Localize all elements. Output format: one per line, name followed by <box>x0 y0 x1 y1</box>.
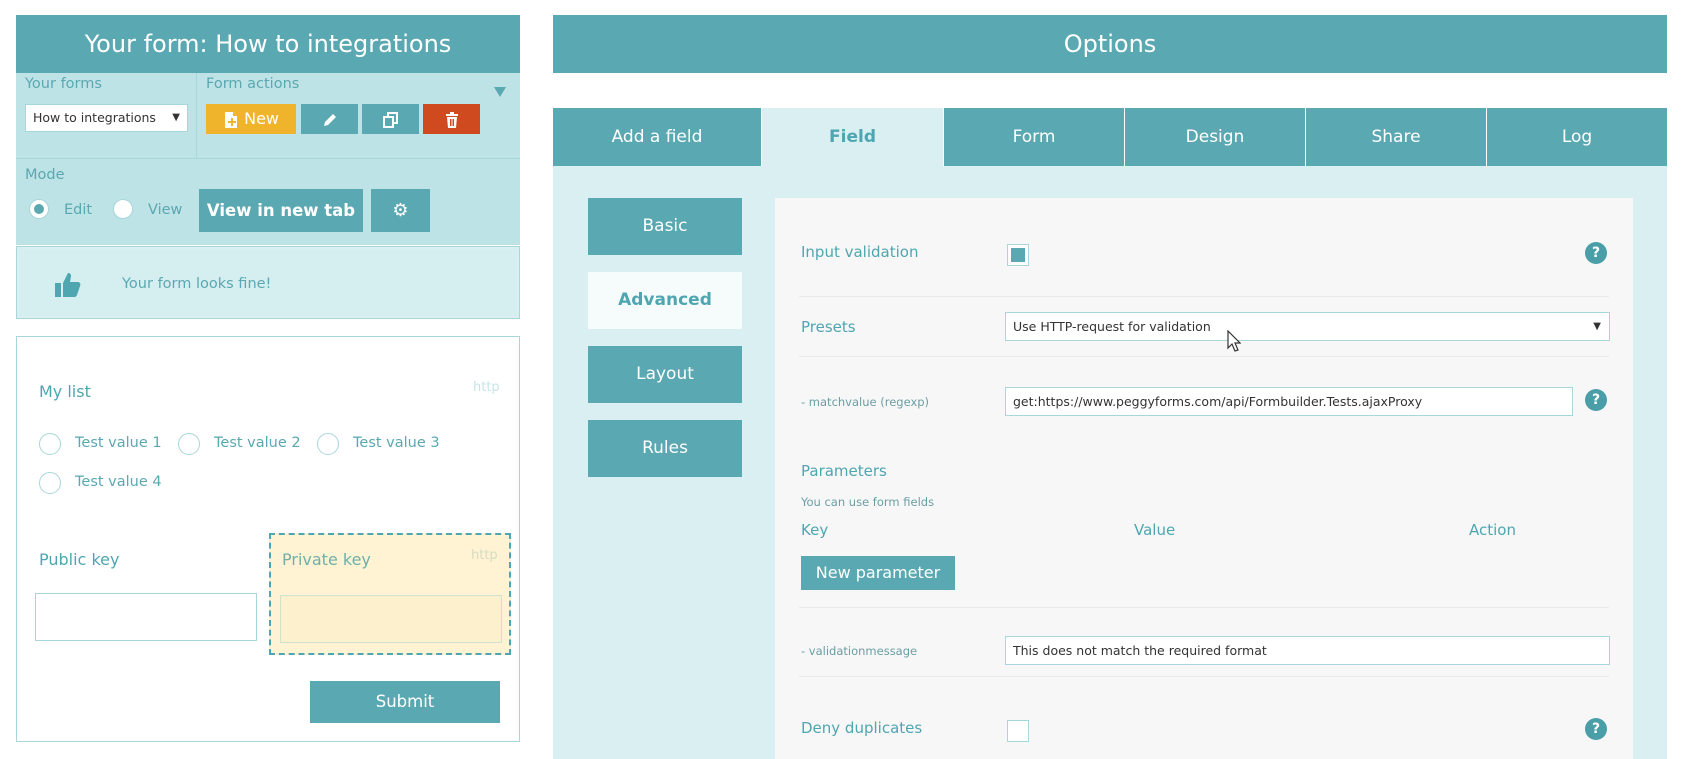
http-tag: http <box>473 380 500 395</box>
mode-edit-label: Edit <box>64 202 93 218</box>
new-form-label: New <box>244 109 279 128</box>
tab-share[interactable]: Share <box>1306 108 1486 166</box>
deny-duplicates-label: Deny duplicates <box>801 719 923 737</box>
tab-field[interactable]: Field <box>762 108 943 166</box>
edit-form-button[interactable] <box>301 104 358 134</box>
parameters-hint: You can use form fields <box>801 495 935 509</box>
option-label-4: Test value 4 <box>75 474 162 490</box>
sidebar-item-layout[interactable]: Layout <box>588 346 742 403</box>
column-key: Key <box>801 521 829 539</box>
option-label-2: Test value 2 <box>214 435 301 451</box>
private-key-label: Private key <box>282 550 371 569</box>
gear-icon: ⚙ <box>392 200 409 221</box>
form-preview: My list http Test value 1 Test value 2 T… <box>16 336 520 742</box>
presets-label: Presets <box>801 318 856 336</box>
matchvalue-label: - matchvalue (regexp) <box>801 395 930 409</box>
deny-duplicates-help-icon[interactable]: ? <box>1585 718 1607 740</box>
new-document-icon <box>225 111 237 128</box>
tab-log[interactable]: Log <box>1487 108 1667 166</box>
presets-value: Use HTTP-request for validation <box>1013 319 1211 334</box>
input-validation-row <box>799 198 1609 297</box>
new-parameter-button[interactable]: New parameter <box>801 556 955 590</box>
view-in-new-tab-button[interactable]: View in new tab <box>199 189 363 232</box>
option-label-3: Test value 3 <box>353 435 440 451</box>
parameters-heading: Parameters <box>801 462 887 480</box>
status-message: Your form looks fine! <box>122 276 272 292</box>
validationmessage-label: - validationmessage <box>801 644 918 658</box>
your-forms-label: Your forms <box>25 76 102 92</box>
option-label-1: Test value 1 <box>75 435 162 451</box>
form-status-box: Your form looks fine! <box>16 246 520 319</box>
tab-add-a-field[interactable]: Add a field <box>553 108 761 166</box>
tab-design[interactable]: Design <box>1125 108 1305 166</box>
sidebar-item-rules[interactable]: Rules <box>588 420 742 477</box>
pencil-icon <box>323 113 336 126</box>
private-key-input[interactable] <box>280 595 502 643</box>
advanced-settings-card: Input validation ? Presets Use HTTP-requ… <box>775 198 1633 759</box>
chevron-down-icon: ▼ <box>1593 321 1601 332</box>
public-key-input[interactable] <box>35 593 257 641</box>
validationmessage-input[interactable]: This does not match the required format <box>1005 636 1610 665</box>
input-validation-checkbox[interactable] <box>1007 244 1029 266</box>
mouse-cursor-icon <box>1227 330 1241 352</box>
form-title: Your form: How to integrations <box>16 15 520 73</box>
my-list-label: My list <box>39 382 91 401</box>
divider <box>799 607 1609 608</box>
options-body: Basic Advanced Layout Rules Input valida… <box>553 166 1667 759</box>
submit-button[interactable]: Submit <box>310 681 500 723</box>
option-radio-3[interactable] <box>317 433 339 455</box>
mode-label: Mode <box>25 167 65 183</box>
option-radio-4[interactable] <box>39 472 61 494</box>
sidebar-item-advanced[interactable]: Advanced <box>588 272 742 329</box>
option-radio-2[interactable] <box>178 433 200 455</box>
chevron-down-icon: ▼ <box>172 112 180 123</box>
form-actions-label: Form actions <box>206 76 300 92</box>
new-form-button[interactable]: New <box>206 104 296 134</box>
presets-select[interactable]: Use HTTP-request for validation ▼ <box>1005 312 1610 341</box>
private-key-field-selected[interactable]: Private key http <box>269 533 511 655</box>
options-title: Options <box>553 15 1667 73</box>
status-inner: Your form looks fine! <box>19 249 517 316</box>
public-key-label: Public key <box>39 550 120 569</box>
input-validation-help-icon[interactable]: ? <box>1585 242 1607 264</box>
column-action: Action <box>1469 521 1516 539</box>
matchvalue-help-icon[interactable]: ? <box>1585 389 1607 411</box>
tab-form[interactable]: Form <box>944 108 1124 166</box>
sidebar-item-basic[interactable]: Basic <box>588 198 742 255</box>
options-tabs: Add a field Field Form Design Share Log <box>553 108 1667 166</box>
settings-button[interactable]: ⚙ <box>371 189 430 232</box>
matchvalue-value: get:https://www.peggyforms.com/api/Formb… <box>1013 394 1423 409</box>
delete-form-button[interactable] <box>423 104 480 134</box>
private-http-tag: http <box>471 548 498 563</box>
mode-edit-radio[interactable] <box>29 199 49 219</box>
option-radio-1[interactable] <box>39 433 61 455</box>
matchvalue-input[interactable]: get:https://www.peggyforms.com/api/Formb… <box>1005 387 1573 416</box>
deny-duplicates-checkbox[interactable] <box>1007 720 1029 742</box>
copy-form-button[interactable] <box>362 104 419 134</box>
form-select-value: How to integrations <box>33 110 156 125</box>
collapse-toolbar-icon[interactable] <box>494 87 506 97</box>
input-validation-label: Input validation <box>801 243 919 261</box>
trash-icon <box>445 111 458 128</box>
thumbs-up-icon <box>55 273 81 297</box>
copy-icon <box>382 111 398 128</box>
form-select[interactable]: How to integrations ▼ <box>25 104 188 132</box>
mode-view-radio[interactable] <box>113 199 133 219</box>
divider <box>799 676 1609 677</box>
mode-view-label: View <box>148 202 183 218</box>
validationmessage-value: This does not match the required format <box>1013 643 1267 658</box>
column-value: Value <box>1134 521 1176 539</box>
